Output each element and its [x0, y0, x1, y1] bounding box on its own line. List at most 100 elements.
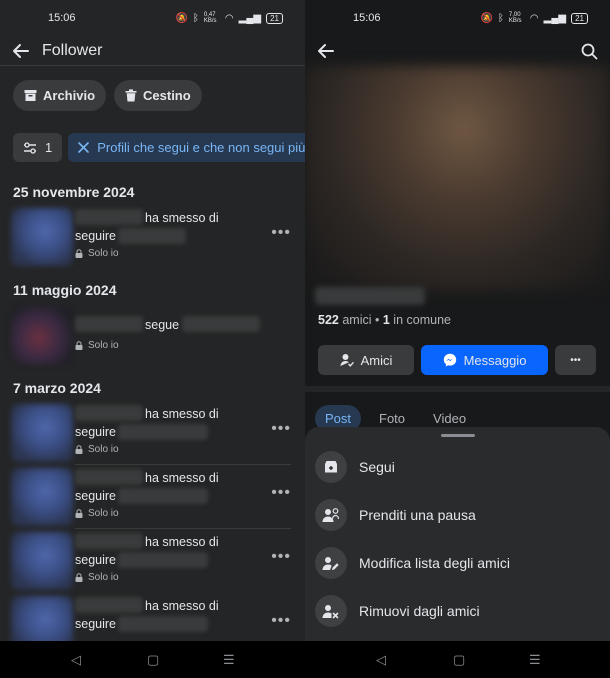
cover-photo	[305, 66, 610, 291]
wifi-icon: ◠	[529, 12, 539, 24]
nav-recents-icon[interactable]: ☰	[529, 652, 541, 668]
lock-icon	[75, 249, 83, 258]
mutual-count: 1	[382, 313, 390, 327]
more-options-button[interactable]: •••	[271, 224, 291, 242]
header: Follower	[0, 36, 305, 66]
status-bar: 15:06 🔕 ᛒ 0,47 KB/s ◠ ▂▄▆ 21	[0, 0, 305, 36]
avatar	[11, 404, 73, 462]
network-speed: 0,47 KB/s	[203, 12, 217, 24]
action-text-2: seguire	[75, 553, 116, 567]
back-arrow-icon[interactable]	[317, 42, 335, 60]
sheet-handle[interactable]	[440, 434, 475, 437]
friends-summary[interactable]: 522 amici • 1 in comune	[318, 313, 451, 327]
nav-back-icon[interactable]: ◁	[71, 652, 81, 668]
close-icon[interactable]	[78, 142, 90, 153]
friends-button[interactable]: Amici	[318, 345, 414, 375]
action-text: ha smesso di	[145, 599, 219, 613]
avatar	[11, 532, 73, 590]
action-text: ha smesso di	[145, 471, 219, 485]
privacy-text: Solo io	[88, 444, 119, 455]
edit-friends-icon-bg	[315, 547, 347, 579]
status-icons: 🔕 ᛒ 7,00 KB/s ◠ ▂▄▆ 21	[480, 12, 588, 24]
more-button[interactable]: •••	[555, 345, 596, 375]
message-button-label: Messaggio	[463, 352, 527, 368]
list-item[interactable]: ha smesso di seguire Solo io •••	[0, 400, 305, 465]
privacy-label: Solo io	[75, 572, 119, 583]
more-options-button[interactable]: •••	[271, 420, 291, 438]
bluetooth-icon: ᛒ	[192, 12, 199, 24]
page-title: Follower	[42, 41, 103, 59]
archive-label: Archivio	[43, 88, 96, 103]
status-time: 15:06	[353, 12, 381, 24]
list-item[interactable]: segue Solo io	[0, 302, 305, 366]
privacy-label: Solo io	[75, 340, 119, 351]
avatar	[11, 596, 73, 641]
action-text: ha smesso di	[145, 535, 219, 549]
sliders-icon	[24, 141, 36, 154]
activity-list: 25 novembre 2024 ha smesso di seguire So…	[0, 180, 305, 641]
take-a-break-label: Prenditi una pausa	[359, 507, 476, 523]
redacted-name	[118, 424, 208, 440]
follower-screen: 15:06 🔕 ᛒ 0,47 KB/s ◠ ▂▄▆ 21 Follower Ar…	[0, 0, 305, 641]
message-button[interactable]: Messaggio	[421, 345, 548, 375]
action-text-2: seguire	[75, 425, 116, 439]
redacted-name	[118, 616, 208, 632]
list-item[interactable]: ha smesso di seguire Solo io •••	[0, 528, 305, 592]
signal-icon: ▂▄▆	[238, 12, 262, 24]
archive-button[interactable]: Archivio	[13, 80, 107, 111]
lock-icon	[75, 573, 83, 582]
profile-actions: Amici Messaggio •••	[318, 345, 596, 375]
unfriend-icon-bg	[315, 595, 347, 627]
avatar	[11, 208, 73, 266]
bottom-sheet: Segui Prenditi una pausa Modifica lista …	[305, 427, 610, 641]
follow-option[interactable]: Segui	[315, 451, 395, 483]
search-icon[interactable]	[581, 43, 598, 60]
take-a-break-option[interactable]: Prenditi una pausa	[315, 499, 476, 531]
action-text-2: seguire	[75, 489, 116, 503]
redacted-name	[75, 316, 143, 332]
back-arrow-icon[interactable]	[12, 42, 30, 60]
nav-recents-icon[interactable]: ☰	[223, 652, 235, 668]
more-options-button[interactable]: •••	[271, 548, 291, 566]
lock-icon	[75, 445, 83, 454]
privacy-label: Solo io	[75, 444, 119, 455]
edit-friend-list-option[interactable]: Modifica lista degli amici	[315, 547, 510, 579]
profile-header	[305, 36, 610, 66]
action-text: ha smesso di	[145, 407, 219, 421]
action-text: segue	[145, 318, 180, 332]
lock-icon	[75, 509, 83, 518]
trash-button[interactable]: Cestino	[114, 80, 202, 111]
filter-settings-button[interactable]: 1	[13, 133, 63, 162]
friends-word: amici	[342, 313, 372, 327]
archive-icon	[24, 90, 37, 101]
more-options-button[interactable]: •••	[271, 484, 291, 502]
nav-home-icon[interactable]: ▢	[147, 652, 159, 668]
system-nav-bar: ◁ ▢ ☰ ◁ ▢ ☰	[0, 641, 610, 678]
friends-count: 522	[318, 313, 339, 327]
list-item[interactable]: ha smesso di seguire Solo io •••	[0, 204, 305, 268]
mutual-word: in comune	[393, 313, 451, 327]
more-dots-icon: •••	[570, 354, 581, 366]
unfriend-option[interactable]: Rimuovi dagli amici	[315, 595, 480, 627]
signal-icon: ▂▄▆	[543, 12, 567, 24]
more-options-button[interactable]: •••	[271, 612, 291, 630]
wifi-icon: ◠	[224, 12, 234, 24]
edit-friends-icon	[322, 557, 339, 570]
redacted-name	[118, 552, 208, 568]
avatar	[11, 306, 73, 364]
battery-icon: 21	[266, 12, 283, 24]
nav-back-icon[interactable]: ◁	[376, 652, 386, 668]
list-item[interactable]: ha smesso di seguire Solo io •••	[0, 464, 305, 529]
privacy-text: Solo io	[88, 340, 119, 351]
list-item[interactable]: ha smesso di seguire •••	[0, 592, 305, 641]
active-filter-chip[interactable]: Profili che segui e che non segui più	[68, 133, 305, 162]
redacted-name	[75, 597, 143, 613]
nav-home-icon[interactable]: ▢	[453, 652, 465, 668]
section-divider	[305, 386, 610, 392]
trash-icon	[125, 89, 137, 102]
status-icons: 🔕 ᛒ 0,47 KB/s ◠ ▂▄▆ 21	[175, 12, 283, 24]
messenger-icon	[443, 353, 456, 367]
dot-separator: •	[375, 313, 383, 327]
unfriend-label: Rimuovi dagli amici	[359, 603, 480, 619]
follow-icon-bg	[315, 451, 347, 483]
